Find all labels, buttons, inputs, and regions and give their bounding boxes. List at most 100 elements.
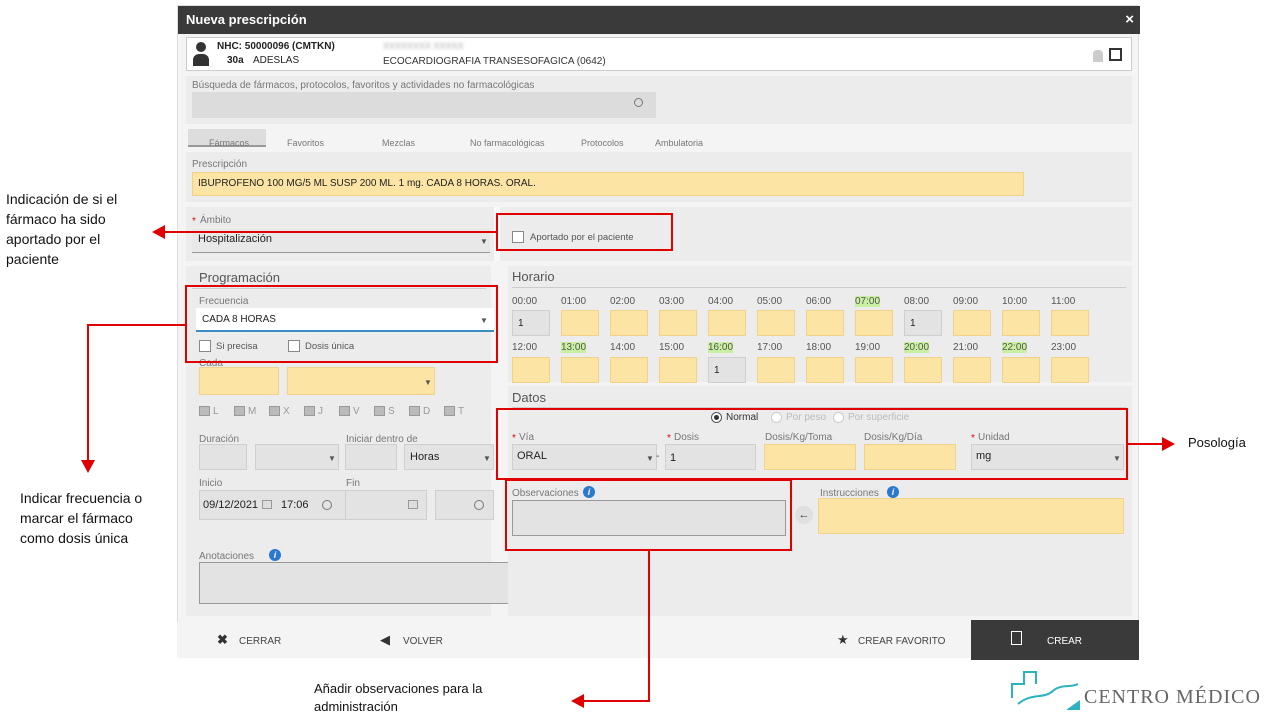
volver-button[interactable]: VOLVER: [403, 636, 443, 647]
close-icon[interactable]: ×: [1125, 6, 1134, 34]
day-m[interactable]: M: [234, 406, 256, 417]
hour-label: 10:00: [1002, 296, 1028, 307]
hour-dose-input[interactable]: [757, 310, 795, 336]
hour-label: 23:00: [1051, 342, 1077, 353]
cada-input[interactable]: [199, 367, 279, 395]
hour-dose-input[interactable]: [561, 357, 599, 383]
arrow-left-icon: [571, 694, 584, 708]
connector-line: [87, 324, 89, 462]
hour-dose-input[interactable]: [806, 357, 844, 383]
hour-label: 22:00: [1002, 342, 1028, 353]
iniciar-input[interactable]: [345, 444, 397, 470]
datos-title: Datos: [512, 390, 546, 405]
patient-age: 30a: [227, 55, 244, 66]
day-s[interactable]: S: [374, 406, 395, 417]
hour-dose-input[interactable]: [953, 357, 991, 383]
annotation-posologia: Posología: [1188, 435, 1246, 450]
hour-dose-input[interactable]: 1: [904, 310, 942, 336]
cada-unit-select[interactable]: [287, 367, 435, 395]
anotaciones-textarea[interactable]: [199, 562, 524, 604]
search-label: Búsqueda de fármacos, protocolos, favori…: [192, 80, 535, 91]
prescription-text: IBUPROFENO 100 MG/5 ML SUSP 200 ML. 1 mg…: [198, 178, 536, 189]
day-x[interactable]: X: [269, 406, 290, 417]
chevron-down-icon: ▼: [483, 454, 491, 463]
day-l[interactable]: L: [199, 406, 219, 417]
clock-icon[interactable]: [322, 500, 332, 510]
hour-dose-input[interactable]: [1002, 357, 1040, 383]
connector-line: [165, 231, 496, 233]
duracion-unit-select[interactable]: [255, 444, 339, 470]
hour-dose-input[interactable]: [1002, 310, 1040, 336]
hour-dose-input[interactable]: [512, 357, 550, 383]
patient-insurer: ADESLAS: [253, 55, 300, 66]
patient-name: XXXXXXXX XXXXX: [383, 41, 464, 51]
annotation-frecuencia: Indicar frecuencia o marcar el fármaco c…: [20, 490, 143, 546]
clock-icon[interactable]: [474, 500, 484, 510]
programacion-title: Programación: [199, 270, 280, 285]
hour-label: 17:00: [757, 342, 783, 353]
hour-dose-input[interactable]: [855, 310, 893, 336]
horario-title: Horario: [512, 269, 555, 284]
day-d[interactable]: D: [409, 406, 430, 417]
hour-dose-input[interactable]: [561, 310, 599, 336]
fin-time-input[interactable]: [435, 490, 494, 520]
tab-ambulatoria[interactable]: Ambulatoria: [655, 138, 703, 148]
info-icon[interactable]: i: [887, 486, 899, 498]
hour-dose-input[interactable]: [610, 310, 648, 336]
info-icon[interactable]: i: [269, 549, 281, 561]
hour-dose-input[interactable]: [757, 357, 795, 383]
dialog-titlebar: Nueva prescripción ×: [178, 6, 1140, 34]
logo-text: CENTRO MÉDICO: [1084, 686, 1261, 708]
connector-line: [648, 551, 650, 702]
highlight-frecuencia: [185, 285, 498, 363]
hour-dose-input[interactable]: [953, 310, 991, 336]
hour-label: 18:00: [806, 342, 832, 353]
tab-protocolos[interactable]: Protocolos: [581, 138, 624, 148]
tab-farmacos-label[interactable]: Fármacos: [209, 138, 249, 148]
centro-medico-logo: CENTRO MÉDICO: [1010, 670, 1272, 718]
calendar-icon[interactable]: [262, 500, 272, 509]
instrucciones-textarea[interactable]: [818, 498, 1124, 534]
print-icon[interactable]: [1109, 48, 1122, 61]
ambito-required-mark: *: [192, 216, 196, 227]
search-icon[interactable]: [634, 98, 643, 107]
highlight-observaciones: [505, 479, 792, 551]
day-t[interactable]: T: [444, 406, 464, 417]
hour-dose-input[interactable]: [855, 357, 893, 383]
hour-dose-input[interactable]: 1: [512, 310, 550, 336]
day-v[interactable]: V: [339, 406, 360, 417]
patient-service: ECOCARDIOGRAFIA TRANSESOFAGICA (0642): [383, 56, 606, 67]
hour-label: 05:00: [757, 296, 783, 307]
hour-dose-input[interactable]: [659, 357, 697, 383]
hour-dose-input[interactable]: 1: [708, 357, 746, 383]
hour-dose-input[interactable]: [708, 310, 746, 336]
arrow-down-icon: [81, 460, 95, 473]
hour-label: 02:00: [610, 296, 636, 307]
highlight-posologia: [496, 408, 1128, 480]
tab-mezclas[interactable]: Mezclas: [382, 138, 415, 148]
hour-label: 14:00: [610, 342, 636, 353]
hour-dose-input[interactable]: [806, 310, 844, 336]
search-input[interactable]: [192, 92, 656, 118]
copy-arrow-icon[interactable]: ←: [795, 506, 813, 524]
arrow-left-icon: [152, 225, 165, 239]
crear-favorito-button[interactable]: CREAR FAVORITO: [858, 636, 945, 647]
crear-button-label: CREAR: [1047, 636, 1083, 647]
hour-dose-input[interactable]: [610, 357, 648, 383]
day-j[interactable]: J: [304, 406, 323, 417]
prescription-panel: Prescripción IBUPROFENO 100 MG/5 ML SUSP…: [186, 152, 1132, 202]
tab-favoritos[interactable]: Favoritos: [287, 138, 324, 148]
hour-dose-input[interactable]: [904, 357, 942, 383]
cerrar-button[interactable]: CERRAR: [239, 636, 281, 647]
hour-dose-input[interactable]: [659, 310, 697, 336]
duracion-input[interactable]: [199, 444, 247, 470]
dialog-title: Nueva prescripción: [186, 12, 307, 27]
hour-dose-input[interactable]: [1051, 357, 1089, 383]
calendar-icon[interactable]: [408, 500, 418, 509]
tab-no-farmacologicas[interactable]: No farmacológicas: [470, 138, 545, 148]
hour-dose-input[interactable]: [1051, 310, 1089, 336]
hour-label: 13:00: [561, 342, 587, 353]
doctor-icon[interactable]: [1093, 50, 1103, 62]
iniciar-unit-value: Horas: [410, 451, 440, 463]
hour-label: 20:00: [904, 342, 930, 353]
